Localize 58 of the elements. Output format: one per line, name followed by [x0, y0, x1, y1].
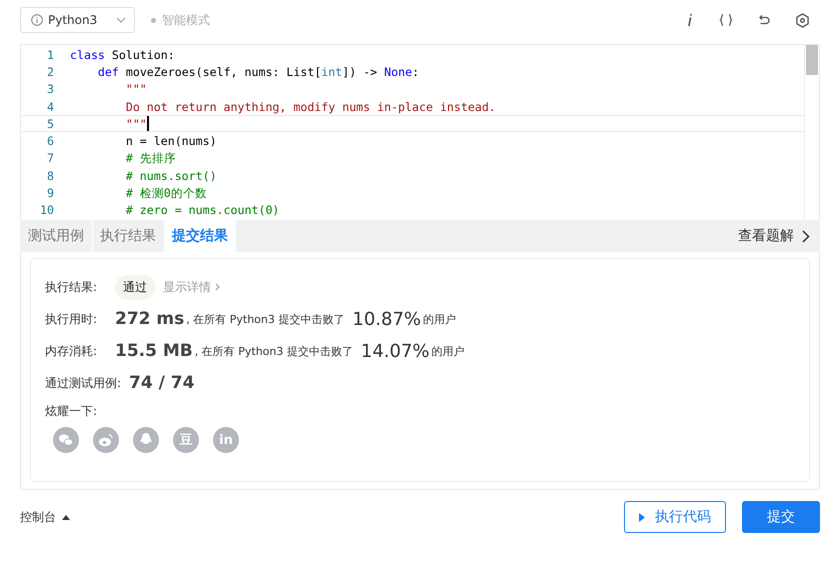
- percent-value: 10.87%: [352, 308, 422, 330]
- result-label: 执行结果:: [45, 278, 98, 296]
- stat-text: , 在所有 Python3 提交中击败了: [194, 344, 353, 358]
- line-number: 6: [46, 134, 55, 148]
- percent-value: 14.07%: [360, 340, 430, 362]
- submit-button[interactable]: 提交: [742, 501, 820, 533]
- chevron-right-icon[interactable]: [802, 230, 810, 242]
- line-number: 2: [46, 64, 55, 79]
- stat-suffix: 的用户: [432, 344, 465, 358]
- code-line: """: [124, 82, 147, 96]
- stat-text: , 在所有 Python3 提交中击败了: [186, 312, 344, 326]
- stat-suffix: 的用户: [423, 312, 456, 326]
- mode-dot-icon: [151, 18, 156, 22]
- language-dropdown[interactable]: Python3: [20, 7, 135, 33]
- scrollbar[interactable]: [804, 45, 819, 220]
- share-button[interactable]: 豆: [173, 427, 199, 453]
- view-solutions-link[interactable]: 查看题解: [738, 227, 794, 245]
- share-label: 炫耀一下:: [45, 402, 98, 420]
- code-line: class Solution:: [70, 48, 175, 62]
- stat-value: 15.5 MB: [115, 341, 193, 361]
- tab[interactable]: 提交结果: [164, 220, 236, 252]
- stat-label: 执行用时:: [45, 310, 98, 328]
- caret-up-icon[interactable]: [62, 514, 70, 520]
- braces-icon[interactable]: [719, 13, 733, 27]
- status-badge: 通过: [115, 274, 155, 300]
- play-icon: [639, 512, 645, 522]
- line-number: 1: [46, 48, 55, 62]
- code-line: Do not return anything, modify nums in-place instead.: [124, 100, 496, 114]
- share-button[interactable]: in: [213, 427, 239, 453]
- run-code-button[interactable]: 执行代码: [624, 501, 726, 533]
- mode-label[interactable]: 智能模式: [162, 12, 210, 28]
- code-line: n = len(nums): [124, 134, 217, 148]
- italic-i-icon[interactable]: [685, 13, 695, 27]
- line-number: 3: [46, 82, 55, 96]
- undo-icon[interactable]: [757, 13, 771, 27]
- code-line: # 检测0的个数: [124, 186, 207, 201]
- info-icon: [31, 14, 43, 26]
- console-toggle[interactable]: 控制台: [20, 508, 56, 526]
- code-line: def moveZeroes(self, nums: List[int]) -> None:: [96, 64, 420, 79]
- line-number: 9: [46, 186, 55, 200]
- show-details-link[interactable]: 显示详情: [163, 278, 211, 296]
- code-line: # zero = nums.count(0): [124, 203, 280, 218]
- stat-label: 内存消耗:: [45, 342, 98, 360]
- tests-value: 74 / 74: [129, 373, 194, 393]
- code-line: """: [124, 116, 149, 132]
- line-number: 8: [46, 168, 55, 183]
- line-number: 5: [46, 116, 55, 131]
- line-number: 10: [39, 203, 55, 218]
- settings-icon[interactable]: [795, 12, 810, 28]
- line-number: 7: [46, 151, 55, 166]
- stat-value: 272 ms: [115, 309, 184, 329]
- tab[interactable]: 测试用例: [20, 220, 92, 252]
- code-line: # 先排序: [124, 150, 176, 166]
- line-number: 4: [46, 100, 55, 114]
- tab[interactable]: 执行结果: [92, 220, 164, 252]
- tests-label: 通过测试用例:: [45, 374, 122, 392]
- code-line: # nums.sort(): [124, 168, 217, 183]
- chevron-down-icon: [116, 17, 126, 23]
